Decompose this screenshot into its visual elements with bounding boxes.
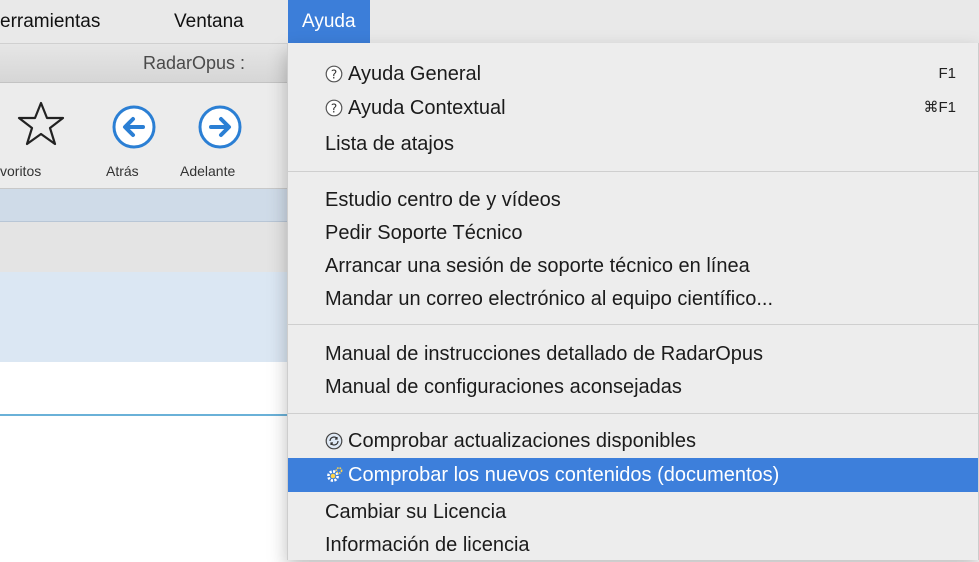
back-arrow-icon (112, 105, 156, 149)
gear-update-icon (327, 467, 343, 482)
menu-item-label: Lista de atajos (325, 133, 454, 155)
menu-item-label: Ayuda Contextual (348, 97, 506, 119)
menu-ventana[interactable]: Ventana (174, 0, 244, 43)
menu-item-cambiar-licencia[interactable]: Cambiar su Licencia (288, 495, 978, 529)
menu-item-label: Información de licencia (325, 534, 530, 556)
window-title: RadarOpus : (143, 53, 246, 73)
menu-item-label: Ayuda General (348, 63, 482, 85)
menu-bar: erramientas Ventana Ayuda (0, 0, 979, 44)
forward-label: Adelante (180, 163, 236, 179)
shortcut-label: ⌘F1 (923, 99, 956, 116)
menu-item-ayuda-contextual[interactable]: ? Ayuda Contextual ⌘F1 (288, 91, 978, 125)
menu-item-lista-atajos[interactable]: Lista de atajos (288, 127, 978, 161)
menu-item-label: Cambiar su Licencia (325, 501, 507, 523)
menu-item-label: Pedir Soporte Técnico (325, 222, 523, 244)
back-label: Atrás (106, 163, 139, 179)
star-icon (17, 101, 65, 146)
menu-item-manual-configuraciones[interactable]: Manual de configuraciones aconsejadas (288, 370, 978, 404)
menu-item-label: Manual de configuraciones aconsejadas (325, 376, 682, 398)
svg-text:?: ? (331, 67, 337, 81)
menu-item-label: Manual de instrucciones detallado de Rad… (325, 343, 764, 365)
menu-separator (288, 324, 978, 325)
help-circle-icon: ? (325, 99, 343, 117)
menu-item-informacion-licencia[interactable]: Información de licencia (288, 528, 978, 562)
menu-item-label: Comprobar actualizaciones disponibles (348, 430, 696, 452)
favorites-label: voritos (0, 163, 42, 179)
menu-item-sesion-soporte[interactable]: Arrancar una sesión de soporte técnico e… (288, 249, 978, 283)
menu-item-manual-instrucciones[interactable]: Manual de instrucciones detallado de Rad… (288, 337, 978, 371)
menu-separator (288, 171, 978, 172)
svg-text:?: ? (331, 101, 337, 115)
globe-update-icon (325, 432, 343, 450)
menu-item-comprobar-contenidos[interactable]: Comprobar los nuevos contenidos (documen… (288, 458, 978, 492)
menu-item-comprobar-actualizaciones[interactable]: Comprobar actualizaciones disponibles (288, 424, 978, 458)
menu-herramientas[interactable]: erramientas (0, 0, 100, 43)
shortcut-label: F1 (938, 65, 956, 82)
menu-item-label: Comprobar los nuevos contenidos (documen… (348, 464, 780, 486)
menu-item-label: Arrancar una sesión de soporte técnico e… (325, 255, 750, 277)
menu-item-label: Mandar un correo electrónico al equipo c… (325, 288, 774, 310)
menu-item-pedir-soporte[interactable]: Pedir Soporte Técnico (288, 216, 978, 250)
menu-ayuda[interactable]: Ayuda (288, 0, 370, 43)
menu-item-estudio-videos[interactable]: Estudio centro de y vídeos (288, 183, 978, 217)
forward-arrow-icon (198, 105, 242, 149)
menu-separator (288, 413, 978, 414)
help-menu-dropdown: ? Ayuda General F1 ? Ayuda Contextual ⌘F… (287, 43, 979, 560)
menu-item-correo-cientifico[interactable]: Mandar un correo electrónico al equipo c… (288, 282, 978, 316)
divider-line (0, 414, 290, 416)
help-circle-icon: ? (325, 65, 343, 83)
menu-item-ayuda-general[interactable]: ? Ayuda General F1 (288, 57, 978, 91)
menu-item-label: Estudio centro de y vídeos (325, 189, 561, 211)
